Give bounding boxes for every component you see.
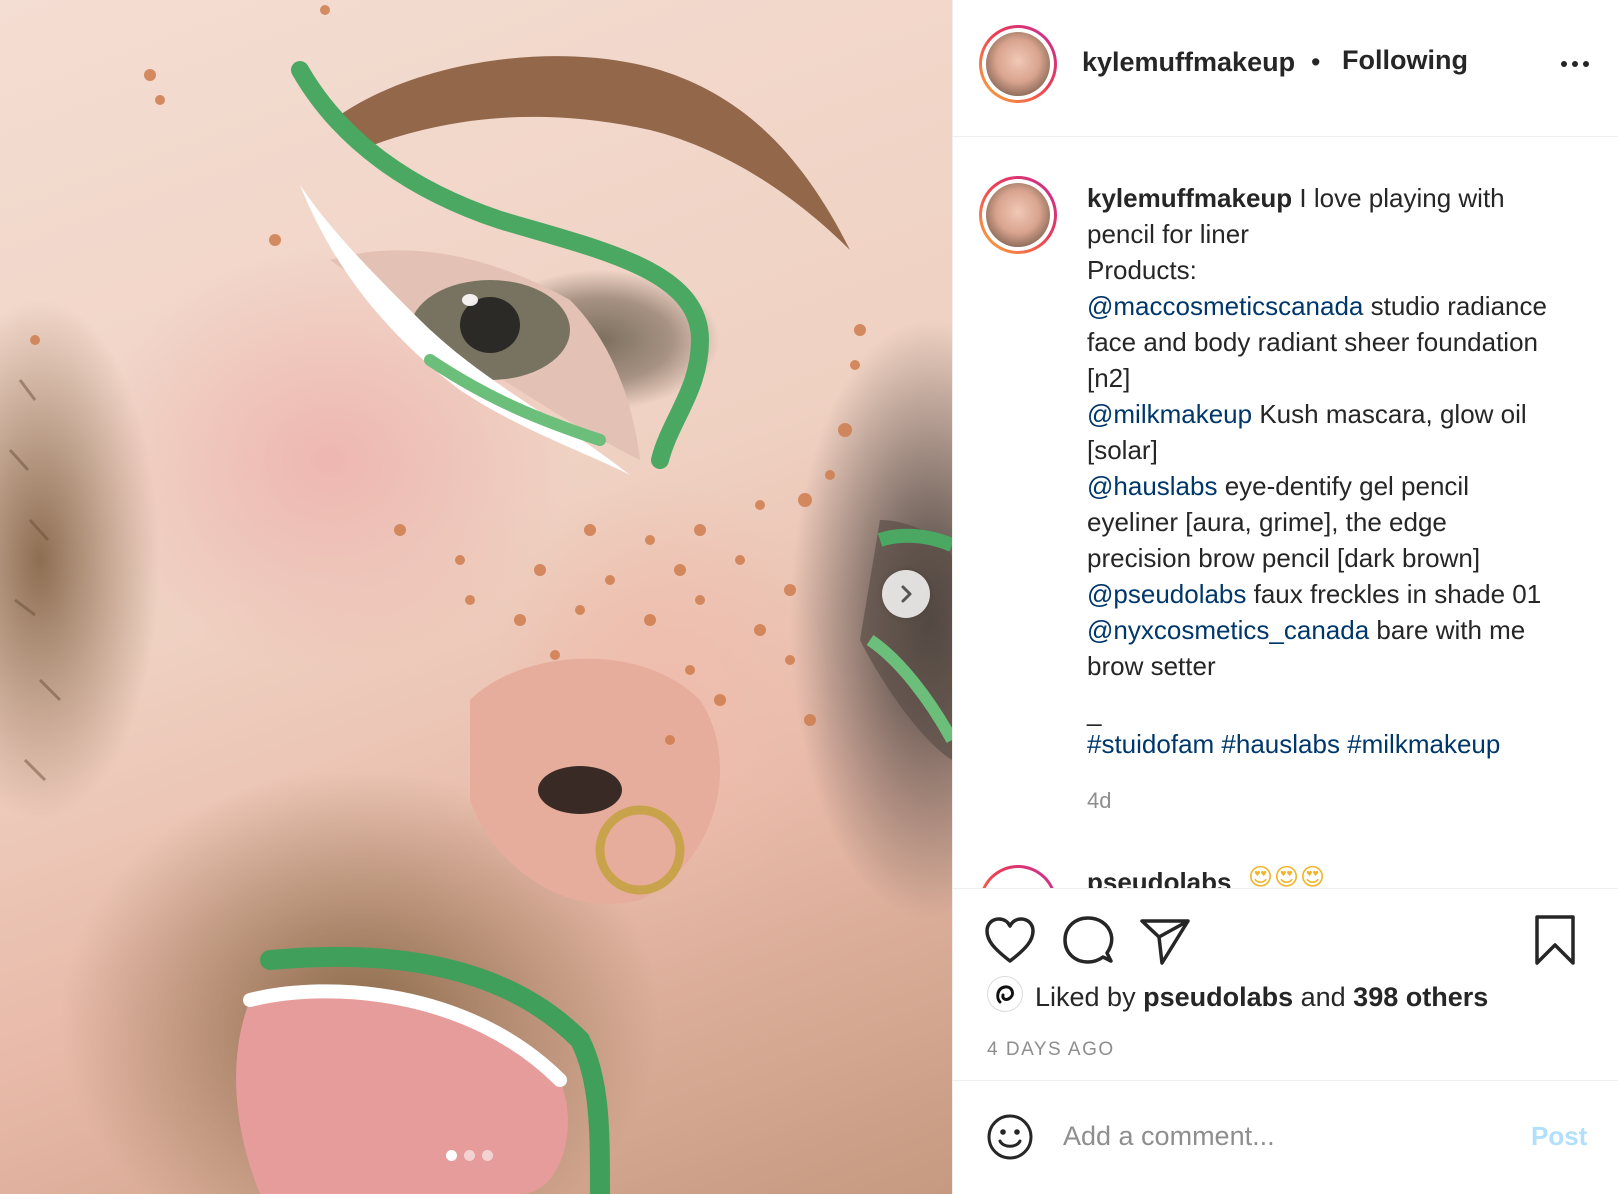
carousel-dot	[464, 1150, 475, 1161]
caption-line: @pseudolabs faux freckles in shade 01	[1087, 579, 1542, 609]
likes-summary: Liked by pseudolabs and 398 others	[1035, 982, 1489, 1012]
caption-line: [solar]	[1087, 435, 1158, 465]
bookmark-icon[interactable]	[1531, 913, 1579, 969]
mention-link[interactable]: @pseudolabs	[1087, 579, 1246, 609]
caption-line: precision brow pencil [dark brown]	[1087, 543, 1481, 573]
commenter-username[interactable]: pseudolabs	[1087, 867, 1231, 888]
caption-line: #stuidofam #hauslabs #milkmakeup	[1087, 726, 1607, 762]
heart-icon[interactable]	[983, 915, 1037, 967]
caption-line: @milkmakeup Kush mascara, glow oil	[1087, 399, 1527, 429]
caption-line: @hauslabs eye-dentify gel pencil	[1087, 471, 1469, 501]
header-separator: •	[1311, 47, 1321, 77]
caption-line: pencil for liner	[1087, 219, 1249, 249]
speech-bubble-icon[interactable]	[1061, 915, 1115, 967]
caption-avatar[interactable]	[979, 176, 1057, 254]
comment-text: 😍😍😍	[1248, 864, 1327, 888]
caption-line: eyeliner [aura, grime], the edge	[1087, 507, 1447, 537]
author-username[interactable]: kylemuffmakeup	[1082, 47, 1295, 78]
mention-link[interactable]: @maccosmeticscanada	[1087, 291, 1363, 321]
likes-count-link[interactable]: 398 others	[1353, 982, 1488, 1012]
caption-line: Products:	[1087, 255, 1197, 285]
post-side-panel: kylemuffmakeup • Following kylemuffmakeu…	[952, 0, 1618, 1194]
comment-input[interactable]	[1063, 1111, 1493, 1161]
post-photo[interactable]	[0, 0, 952, 1194]
caption-line: brow setter	[1087, 651, 1216, 681]
caption-line: _	[1087, 697, 1102, 727]
ellipsis-icon	[1561, 61, 1567, 67]
smiley-icon[interactable]	[985, 1112, 1035, 1162]
mention-link[interactable]: @milkmakeup	[1087, 399, 1252, 429]
photo-artwork	[8, 5, 952, 1194]
liker-username[interactable]: pseudolabs	[1143, 982, 1293, 1012]
pseudolabs-logo-icon	[996, 985, 1014, 1004]
carousel-dot	[446, 1150, 457, 1161]
more-options-button[interactable]	[1556, 52, 1594, 76]
caption-line: @maccosmeticscanada studio radiance	[1087, 291, 1547, 321]
caption-line: face and body radiant sheer foundation	[1087, 327, 1539, 357]
caption-username[interactable]: kylemuffmakeup	[1087, 183, 1292, 213]
paper-plane-icon[interactable]	[1138, 915, 1192, 967]
carousel-indicator	[446, 1150, 493, 1161]
post-comment-button[interactable]: Post	[1531, 1121, 1587, 1152]
chevron-right-icon	[901, 585, 912, 603]
next-photo-button[interactable]	[882, 570, 930, 618]
post-timestamp[interactable]: 4 DAYS AGO	[987, 1039, 1115, 1061]
mention-link[interactable]: @nyxcosmetics_canada	[1087, 615, 1369, 645]
following-button[interactable]: Following	[1342, 45, 1468, 76]
caption-line	[1087, 684, 1607, 698]
liker-avatar[interactable]	[987, 976, 1023, 1012]
commenter-avatar[interactable]	[979, 865, 1057, 888]
mention-link[interactable]: @hauslabs	[1087, 471, 1217, 501]
author-avatar[interactable]	[979, 25, 1057, 103]
caption-timestamp[interactable]: 4d	[1087, 788, 1111, 814]
comment-item: pseudolabs 😍😍😍	[953, 853, 1618, 888]
post-header: kylemuffmakeup • Following	[953, 0, 1618, 137]
caption-line: @nyxcosmetics_canada bare with me	[1087, 615, 1526, 645]
post-actions: Liked by pseudolabs and 398 others 4 DAY…	[953, 888, 1618, 1080]
caption-text: kylemuffmakeup I love playing with penci…	[1087, 180, 1607, 762]
caption-line: kylemuffmakeup I love playing with	[1087, 183, 1505, 213]
comment-form: Post	[953, 1080, 1618, 1194]
caption-section: kylemuffmakeup I love playing with penci…	[953, 138, 1618, 888]
carousel-dot	[482, 1150, 493, 1161]
hashtag-links[interactable]: #stuidofam #hauslabs #milkmakeup	[1087, 729, 1500, 759]
caption-line: [n2]	[1087, 363, 1131, 393]
